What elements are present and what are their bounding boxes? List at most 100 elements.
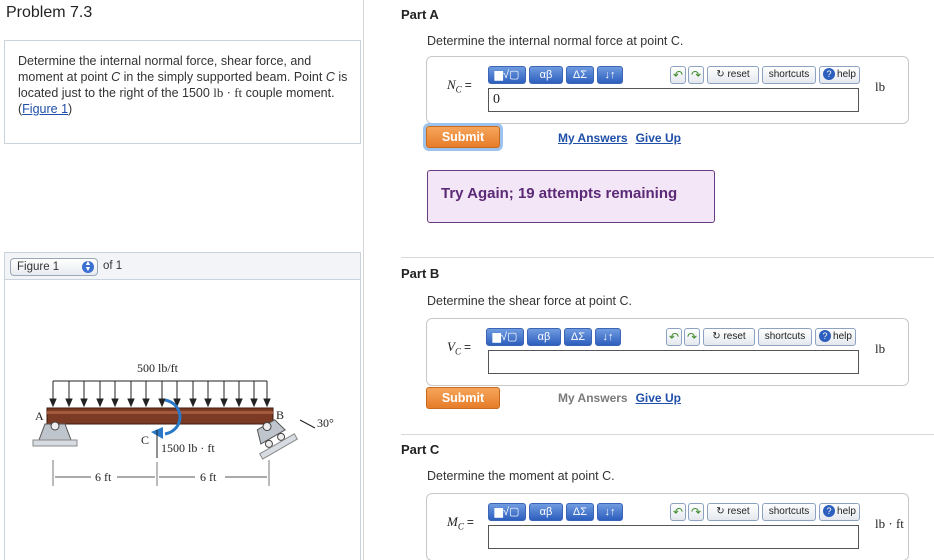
math-toolbar: ▆√▢ αβ ΔΣ ↓↑ ↶ ↷ ↻ reset shortcuts ? help <box>488 66 860 84</box>
part-b-question: Determine the shear force at point C. <box>427 294 632 308</box>
load-arrows <box>49 381 271 408</box>
templates-button[interactable]: ▆√▢ <box>488 66 526 84</box>
reset-button[interactable]: ↻ reset <box>707 66 759 84</box>
redo-icon[interactable]: ↷ <box>688 503 704 521</box>
templates-button[interactable]: ▆√▢ <box>486 328 524 346</box>
reset-button[interactable]: ↻ reset <box>707 503 759 521</box>
var: N <box>447 77 456 92</box>
moment-label: 1500 lb · ft <box>161 441 215 455</box>
help-button[interactable]: ? help <box>819 503 860 521</box>
var: M <box>447 514 458 529</box>
help-button[interactable]: ? help <box>815 328 856 346</box>
undo-icon[interactable]: ↶ <box>670 503 686 521</box>
problem-column: Problem 7.3 Determine the internal norma… <box>0 0 364 560</box>
problem-unit: lb · ft <box>213 85 243 100</box>
part-b-input[interactable] <box>488 350 859 374</box>
point-a-label: A <box>35 409 44 423</box>
undo-icon[interactable]: ↶ <box>666 328 682 346</box>
part-c-answer-box: MC = ▆√▢ αβ ΔΣ ↓↑ ↶ ↷ ↻ reset shortcuts ?… <box>426 493 909 560</box>
angle-label: 30° <box>317 416 334 430</box>
greek-button[interactable]: αβ <box>529 66 563 84</box>
undo-icon[interactable]: ↶ <box>670 66 686 84</box>
problem-statement: Determine the internal normal force, she… <box>4 40 361 144</box>
give-up-link[interactable]: Give Up <box>636 391 681 405</box>
beam <box>46 407 274 425</box>
part-a-unit: lb <box>875 79 886 94</box>
arrows-button[interactable]: ↓↑ <box>597 66 623 84</box>
help-label: help <box>837 69 856 80</box>
part-a-question: Determine the internal normal force at p… <box>427 34 684 48</box>
shortcuts-button[interactable]: shortcuts <box>762 66 816 84</box>
part-b-title: Part B <box>401 266 440 281</box>
part-c-question: Determine the moment at point C. <box>427 469 615 483</box>
part-b-answer-box: VC = ▆√▢ αβ ΔΣ ↓↑ ↶ ↷ ↻ reset shortcuts ?… <box>426 318 909 386</box>
point-c-ref: C <box>325 70 335 84</box>
help-button[interactable]: ? help <box>819 66 860 84</box>
help-label: help <box>837 506 856 517</box>
part-a-title: Part A <box>401 7 439 22</box>
redo-icon[interactable]: ↷ <box>688 66 704 84</box>
math-toolbar: ▆√▢ αβ ΔΣ ↓↑ ↶ ↷ ↻ reset shortcuts ? help <box>488 503 860 521</box>
problem-title: Problem 7.3 <box>6 4 93 21</box>
sum-button[interactable]: ΔΣ <box>566 66 594 84</box>
help-label: help <box>833 331 852 342</box>
ground-a <box>32 439 78 447</box>
arrows-button[interactable]: ↓↑ <box>597 503 623 521</box>
parts-column: Part A Determine the internal normal for… <box>365 0 934 560</box>
var-sub: C <box>457 521 464 532</box>
shortcuts-button[interactable]: shortcuts <box>762 503 816 521</box>
part-b-submit-button[interactable]: Submit <box>426 387 500 409</box>
beam-diagram: 500 lb/ft A B 30° C 1500 lb · ft 6 ft 6 … <box>32 361 334 486</box>
equals: = <box>464 78 472 92</box>
pin-a <box>50 421 60 431</box>
part-a-submit-button[interactable]: Submit <box>426 126 500 148</box>
figure-toolbar: Figure 1 ▲ ▼ of 1 <box>4 252 361 280</box>
point-c-ref: C <box>111 70 121 84</box>
var-sub: C <box>454 346 461 357</box>
part-b-links: My Answers Give Up <box>558 391 689 405</box>
my-answers-link[interactable]: My Answers <box>558 131 628 145</box>
help-icon: ? <box>819 330 832 342</box>
figure-select[interactable]: Figure 1 ▲ ▼ <box>10 258 98 276</box>
figure-link[interactable]: Figure 1 <box>22 102 68 116</box>
reset-button[interactable]: ↻ reset <box>703 328 755 346</box>
greek-button[interactable]: αβ <box>529 503 563 521</box>
mc-label: MC = <box>447 514 474 532</box>
try-again-feedback: Try Again; 19 attempts remaining <box>427 170 715 223</box>
math-toolbar: ▆√▢ αβ ΔΣ ↓↑ ↶ ↷ ↻ reset shortcuts ? help <box>486 328 858 346</box>
equals: = <box>466 515 474 529</box>
var: V <box>447 339 455 354</box>
sum-button[interactable]: ΔΣ <box>564 328 592 346</box>
part-c-input[interactable] <box>488 525 859 549</box>
beam-highlight <box>47 411 273 414</box>
part-a-input[interactable]: 0 <box>488 88 859 112</box>
figure-select-label: Figure 1 <box>17 261 60 273</box>
part-b-unit: lb <box>875 341 886 356</box>
problem-text: ) <box>68 102 73 116</box>
stepper-icon: ▲ ▼ <box>82 260 94 273</box>
nc-label: NC = <box>447 77 472 95</box>
figure-panel: 500 lb/ft A B 30° C 1500 lb · ft 6 ft 6 … <box>4 280 361 560</box>
templates-button[interactable]: ▆√▢ <box>488 503 526 521</box>
point-b-label: B <box>276 408 284 422</box>
arrows-button[interactable]: ↓↑ <box>595 328 621 346</box>
help-icon: ? <box>823 68 836 80</box>
dim-right-label: 6 ft <box>200 470 217 484</box>
sum-button[interactable]: ΔΣ <box>566 503 594 521</box>
part-c-unit: lb · ft <box>875 516 904 531</box>
give-up-link[interactable]: Give Up <box>636 131 681 145</box>
shortcuts-button[interactable]: shortcuts <box>758 328 812 346</box>
divider <box>401 257 934 258</box>
equals: = <box>463 340 471 354</box>
greek-button[interactable]: αβ <box>527 328 561 346</box>
dim-left-label: 6 ft <box>95 470 112 484</box>
var-sub: C <box>455 84 462 95</box>
point-c-label: C <box>141 433 149 447</box>
part-a-links: My Answers Give Up <box>558 131 689 145</box>
angle-line <box>299 419 316 429</box>
vc-label: VC = <box>447 339 471 357</box>
part-c-title: Part C <box>401 442 440 457</box>
my-answers-link[interactable]: My Answers <box>558 391 628 405</box>
redo-icon[interactable]: ↷ <box>684 328 700 346</box>
divider <box>401 434 934 435</box>
